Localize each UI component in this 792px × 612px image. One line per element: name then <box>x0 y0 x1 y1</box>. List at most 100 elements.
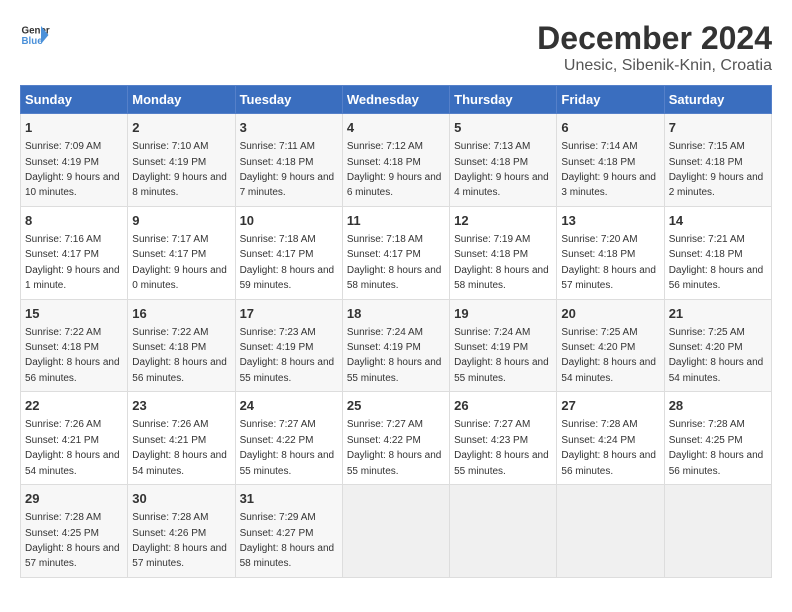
day-number: 1 <box>25 119 123 137</box>
day-number: 21 <box>669 305 767 323</box>
calendar-cell: 12Sunrise: 7:19 AMSunset: 4:18 PMDayligh… <box>450 206 557 299</box>
calendar-cell: 8Sunrise: 7:16 AMSunset: 4:17 PMDaylight… <box>21 206 128 299</box>
day-number: 24 <box>240 397 338 415</box>
day-info: Sunrise: 7:24 AMSunset: 4:19 PMDaylight:… <box>347 327 442 384</box>
logo-icon: General Blue <box>20 20 50 50</box>
day-number: 26 <box>454 397 552 415</box>
week-row-2: 8Sunrise: 7:16 AMSunset: 4:17 PMDaylight… <box>21 206 772 299</box>
calendar-cell: 31 Sunrise: 7:29 AMSunset: 4:27 PMDayligh… <box>235 485 342 578</box>
calendar-cell: 10 Sunrise: 7:18 AMSunset: 4:17 PMDayligh… <box>235 206 342 299</box>
calendar-cell: 3 Sunrise: 7:11 AMSunset: 4:18 PMDaylight… <box>235 114 342 207</box>
calendar-cell: 16 Sunrise: 7:22 AMSunset: 4:18 PMDayligh… <box>128 299 235 392</box>
day-number: 27 <box>561 397 659 415</box>
day-info: Sunrise: 7:22 AMSunset: 4:18 PMDaylight:… <box>132 327 227 384</box>
day-number: 28 <box>669 397 767 415</box>
day-number: 5 <box>454 119 552 137</box>
calendar-cell: 17Sunrise: 7:23 AMSunset: 4:19 PMDayligh… <box>235 299 342 392</box>
day-number: 29 <box>25 490 123 508</box>
week-row-4: 22Sunrise: 7:26 AMSunset: 4:21 PMDayligh… <box>21 392 772 485</box>
calendar-cell: 20 Sunrise: 7:25 AMSunset: 4:20 PMDayligh… <box>557 299 664 392</box>
day-header-saturday: Saturday <box>664 86 771 114</box>
day-number: 4 <box>347 119 445 137</box>
main-title: December 2024 <box>537 20 772 57</box>
calendar-cell: 19 Sunrise: 7:24 AMSunset: 4:19 PMDayligh… <box>450 299 557 392</box>
day-number: 19 <box>454 305 552 323</box>
day-info: Sunrise: 7:27 AMSunset: 4:22 PMDaylight:… <box>240 419 335 476</box>
day-number: 3 <box>240 119 338 137</box>
day-number: 8 <box>25 212 123 230</box>
calendar-cell: 14Sunrise: 7:21 AMSunset: 4:18 PMDayligh… <box>664 206 771 299</box>
day-header-monday: Monday <box>128 86 235 114</box>
day-info: Sunrise: 7:18 AMSunset: 4:17 PMDaylight:… <box>240 234 335 291</box>
calendar-cell: 13Sunrise: 7:20 AMSunset: 4:18 PMDayligh… <box>557 206 664 299</box>
day-info: Sunrise: 7:29 AMSunset: 4:27 PMDaylight:… <box>240 512 335 569</box>
calendar-cell: 2 Sunrise: 7:10 AMSunset: 4:19 PMDaylight… <box>128 114 235 207</box>
day-info: Sunrise: 7:12 AMSunset: 4:18 PMDaylight:… <box>347 141 442 198</box>
day-number: 15 <box>25 305 123 323</box>
day-info: Sunrise: 7:24 AMSunset: 4:19 PMDaylight:… <box>454 327 549 384</box>
day-header-sunday: Sunday <box>21 86 128 114</box>
calendar-cell <box>664 485 771 578</box>
day-header-wednesday: Wednesday <box>342 86 449 114</box>
day-number: 10 <box>240 212 338 230</box>
calendar-cell: 24 Sunrise: 7:27 AMSunset: 4:22 PMDayligh… <box>235 392 342 485</box>
calendar-cell: 9Sunrise: 7:17 AMSunset: 4:17 PMDaylight… <box>128 206 235 299</box>
calendar-cell: 1 Sunrise: 7:09 AMSunset: 4:19 PMDaylight… <box>21 114 128 207</box>
day-info: Sunrise: 7:28 AMSunset: 4:24 PMDaylight:… <box>561 419 656 476</box>
week-row-5: 29Sunrise: 7:28 AMSunset: 4:25 PMDayligh… <box>21 485 772 578</box>
calendar-cell: 7 Sunrise: 7:15 AMSunset: 4:18 PMDaylight… <box>664 114 771 207</box>
calendar-cell: 25Sunrise: 7:27 AMSunset: 4:22 PMDayligh… <box>342 392 449 485</box>
calendar-cell: 29Sunrise: 7:28 AMSunset: 4:25 PMDayligh… <box>21 485 128 578</box>
calendar-cell: 30Sunrise: 7:28 AMSunset: 4:26 PMDayligh… <box>128 485 235 578</box>
day-info: Sunrise: 7:26 AMSunset: 4:21 PMDaylight:… <box>132 419 227 476</box>
day-info: Sunrise: 7:25 AMSunset: 4:20 PMDaylight:… <box>561 327 656 384</box>
day-info: Sunrise: 7:17 AMSunset: 4:17 PMDaylight:… <box>132 234 227 291</box>
calendar-cell <box>450 485 557 578</box>
calendar-cell: 4 Sunrise: 7:12 AMSunset: 4:18 PMDaylight… <box>342 114 449 207</box>
day-number: 7 <box>669 119 767 137</box>
day-number: 6 <box>561 119 659 137</box>
calendar-cell: 11 Sunrise: 7:18 AMSunset: 4:17 PMDayligh… <box>342 206 449 299</box>
day-number: 25 <box>347 397 445 415</box>
header: General Blue December 2024 Unesic, Siben… <box>20 20 772 75</box>
day-number: 18 <box>347 305 445 323</box>
day-header-tuesday: Tuesday <box>235 86 342 114</box>
day-info: Sunrise: 7:18 AMSunset: 4:17 PMDaylight:… <box>347 234 442 291</box>
day-info: Sunrise: 7:27 AMSunset: 4:23 PMDaylight:… <box>454 419 549 476</box>
calendar-cell: 18 Sunrise: 7:24 AMSunset: 4:19 PMDayligh… <box>342 299 449 392</box>
title-section: December 2024 Unesic, Sibenik-Knin, Croa… <box>537 20 772 75</box>
day-info: Sunrise: 7:22 AMSunset: 4:18 PMDaylight:… <box>25 327 120 384</box>
day-info: Sunrise: 7:19 AMSunset: 4:18 PMDaylight:… <box>454 234 549 291</box>
calendar-cell: 28 Sunrise: 7:28 AMSunset: 4:25 PMDayligh… <box>664 392 771 485</box>
header-row: SundayMondayTuesdayWednesdayThursdayFrid… <box>21 86 772 114</box>
calendar-cell: 26 Sunrise: 7:27 AMSunset: 4:23 PMDayligh… <box>450 392 557 485</box>
day-number: 11 <box>347 212 445 230</box>
day-number: 16 <box>132 305 230 323</box>
calendar-table: SundayMondayTuesdayWednesdayThursdayFrid… <box>20 85 772 578</box>
calendar-cell: 27 Sunrise: 7:28 AMSunset: 4:24 PMDayligh… <box>557 392 664 485</box>
day-info: Sunrise: 7:14 AMSunset: 4:18 PMDaylight:… <box>561 141 656 198</box>
svg-text:Blue: Blue <box>22 36 44 47</box>
day-info: Sunrise: 7:23 AMSunset: 4:19 PMDaylight:… <box>240 327 335 384</box>
day-number: 2 <box>132 119 230 137</box>
day-info: Sunrise: 7:11 AMSunset: 4:18 PMDaylight:… <box>240 141 335 198</box>
logo: General Blue <box>20 20 50 50</box>
calendar-cell: 6 Sunrise: 7:14 AMSunset: 4:18 PMDaylight… <box>557 114 664 207</box>
day-number: 13 <box>561 212 659 230</box>
day-number: 31 <box>240 490 338 508</box>
day-info: Sunrise: 7:28 AMSunset: 4:25 PMDaylight:… <box>669 419 764 476</box>
day-number: 23 <box>132 397 230 415</box>
day-info: Sunrise: 7:26 AMSunset: 4:21 PMDaylight:… <box>25 419 120 476</box>
subtitle: Unesic, Sibenik-Knin, Croatia <box>537 57 772 75</box>
day-info: Sunrise: 7:10 AMSunset: 4:19 PMDaylight:… <box>132 141 227 198</box>
calendar-cell: 22Sunrise: 7:26 AMSunset: 4:21 PMDayligh… <box>21 392 128 485</box>
calendar-cell: 21 Sunrise: 7:25 AMSunset: 4:20 PMDayligh… <box>664 299 771 392</box>
day-info: Sunrise: 7:09 AMSunset: 4:19 PMDaylight:… <box>25 141 120 198</box>
day-info: Sunrise: 7:13 AMSunset: 4:18 PMDaylight:… <box>454 141 549 198</box>
day-header-friday: Friday <box>557 86 664 114</box>
day-info: Sunrise: 7:25 AMSunset: 4:20 PMDaylight:… <box>669 327 764 384</box>
day-number: 20 <box>561 305 659 323</box>
day-info: Sunrise: 7:15 AMSunset: 4:18 PMDaylight:… <box>669 141 764 198</box>
day-number: 14 <box>669 212 767 230</box>
week-row-3: 15 Sunrise: 7:22 AMSunset: 4:18 PMDayligh… <box>21 299 772 392</box>
